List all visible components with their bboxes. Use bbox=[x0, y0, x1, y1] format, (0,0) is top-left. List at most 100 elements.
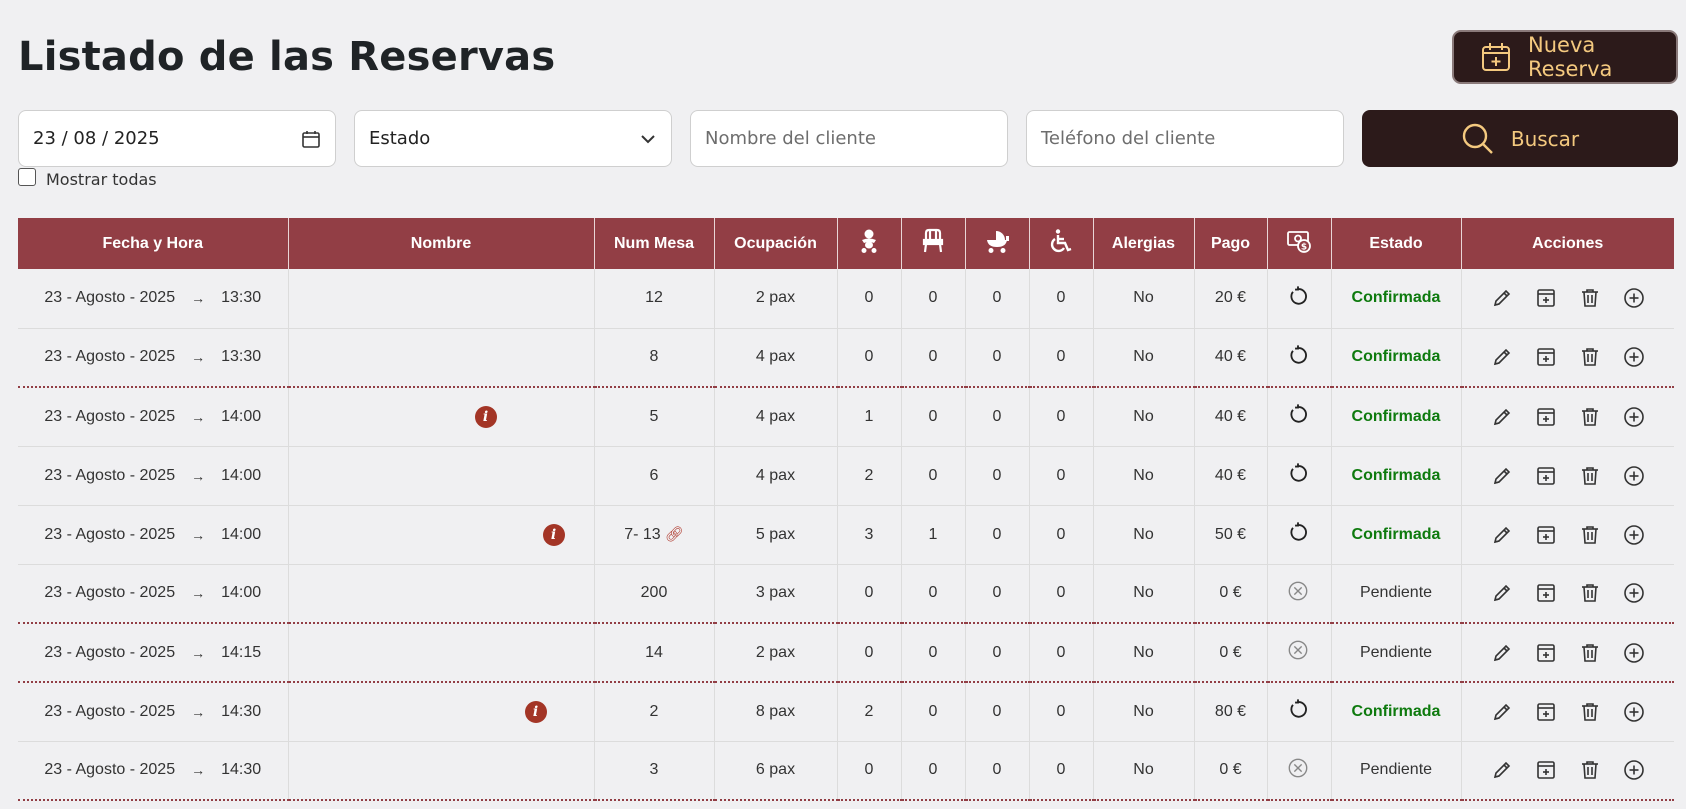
tronas-cell: 0 bbox=[901, 328, 966, 388]
estado-select[interactable]: Estado bbox=[354, 110, 672, 167]
nombre-cell bbox=[288, 623, 595, 683]
table-row: 23 - Agosto - 2025 → 13:30 12 2 pax 0 0 0 0 No 20 … bbox=[18, 269, 1674, 329]
refresh-icon[interactable] bbox=[1287, 698, 1311, 722]
estado-cell: Confirmada bbox=[1331, 446, 1462, 506]
ocupacion-cell: 8 pax bbox=[714, 682, 838, 742]
trash-icon[interactable] bbox=[1579, 642, 1601, 664]
add-circle-icon[interactable] bbox=[1623, 759, 1645, 781]
calendar-add-icon[interactable] bbox=[1535, 701, 1557, 723]
trash-icon[interactable] bbox=[1579, 406, 1601, 428]
show-all-toggle[interactable]: Mostrar todas bbox=[18, 167, 157, 189]
calendar-add-icon[interactable] bbox=[1535, 642, 1557, 664]
calendar-add-icon[interactable] bbox=[1535, 582, 1557, 604]
info-icon[interactable]: i bbox=[542, 523, 565, 546]
pago-cell: 80 € bbox=[1194, 682, 1268, 742]
show-all-checkbox[interactable] bbox=[18, 167, 36, 186]
add-circle-icon[interactable] bbox=[1623, 346, 1645, 368]
client-name-input[interactable]: Nombre del cliente bbox=[690, 110, 1008, 167]
edit-icon[interactable] bbox=[1491, 701, 1513, 723]
carritos-cell: 0 bbox=[965, 446, 1030, 506]
add-circle-icon[interactable] bbox=[1623, 701, 1645, 723]
fecha-hora-cell: 23 - Agosto - 2025 → 13:30 bbox=[18, 328, 289, 388]
status-text: Pendiente bbox=[1359, 643, 1433, 661]
info-icon[interactable]: i bbox=[524, 700, 547, 723]
add-circle-icon[interactable] bbox=[1623, 406, 1645, 428]
reservation-date: 23 - Agosto - 2025 bbox=[44, 289, 176, 307]
add-circle-icon[interactable] bbox=[1623, 465, 1645, 487]
reservation-time: 14:30 bbox=[221, 702, 262, 720]
date-input[interactable]: 23 / 08 / 2025 bbox=[18, 110, 336, 167]
edit-icon[interactable] bbox=[1491, 346, 1513, 368]
add-circle-icon[interactable] bbox=[1623, 287, 1645, 309]
add-circle-icon[interactable] bbox=[1623, 642, 1645, 664]
reservations-table: Fecha y Hora Nombre Num Mesa Ocupación A… bbox=[18, 218, 1674, 801]
calendar-add-icon[interactable] bbox=[1535, 406, 1557, 428]
calendar-add-icon[interactable] bbox=[1535, 465, 1557, 487]
close-circle-icon[interactable] bbox=[1287, 757, 1311, 781]
movilidad-cell: 0 bbox=[1029, 741, 1094, 801]
header-estado[interactable]: Estado bbox=[1331, 218, 1462, 269]
refresh-icon[interactable] bbox=[1287, 285, 1311, 309]
refresh-icon[interactable] bbox=[1287, 344, 1311, 368]
header-alergias[interactable]: Alergias bbox=[1093, 218, 1195, 269]
calendar-add-icon[interactable] bbox=[1535, 524, 1557, 546]
new-reservation-button[interactable]: Nueva Reserva bbox=[1452, 30, 1678, 84]
trash-icon[interactable] bbox=[1579, 465, 1601, 487]
payment-status-icon: $ bbox=[1286, 228, 1312, 254]
table-row: 23 - Agosto - 2025 → 14:00 200 3 pax 0 0 0 0 No 0 … bbox=[18, 564, 1674, 624]
carritos-cell: 0 bbox=[965, 564, 1030, 624]
acciones-cell bbox=[1461, 446, 1674, 506]
header-mesa[interactable]: Num Mesa bbox=[594, 218, 715, 269]
trash-icon[interactable] bbox=[1579, 759, 1601, 781]
status-text: Pendiente bbox=[1359, 761, 1433, 779]
header-ocupacion[interactable]: Ocupación bbox=[714, 218, 838, 269]
reservation-time: 14:00 bbox=[221, 525, 262, 543]
trash-icon[interactable] bbox=[1579, 346, 1601, 368]
reservation-date: 23 - Agosto - 2025 bbox=[44, 584, 176, 602]
header-pago[interactable]: Pago bbox=[1194, 218, 1268, 269]
nombre-cell: i bbox=[288, 505, 595, 565]
edit-icon[interactable] bbox=[1491, 465, 1513, 487]
ocupacion-cell: 5 pax bbox=[714, 505, 838, 565]
tronas-cell: 0 bbox=[901, 682, 966, 742]
refresh-icon[interactable] bbox=[1287, 403, 1311, 427]
nombre-cell bbox=[288, 328, 595, 388]
mesa-cell: 5 bbox=[594, 387, 715, 447]
calendar-add-icon[interactable] bbox=[1535, 287, 1557, 309]
arrow-right-icon: → bbox=[191, 585, 206, 602]
calendar-icon[interactable] bbox=[301, 129, 321, 149]
trash-icon[interactable] bbox=[1579, 582, 1601, 604]
trash-icon[interactable] bbox=[1579, 524, 1601, 546]
alergias-cell: No bbox=[1093, 446, 1195, 506]
close-circle-icon[interactable] bbox=[1287, 580, 1311, 604]
calendar-add-icon[interactable] bbox=[1535, 759, 1557, 781]
table-number: 5 bbox=[649, 407, 659, 425]
edit-icon[interactable] bbox=[1491, 642, 1513, 664]
trash-icon[interactable] bbox=[1579, 287, 1601, 309]
tronas-cell: 0 bbox=[901, 446, 966, 506]
edit-icon[interactable] bbox=[1491, 287, 1513, 309]
trash-icon[interactable] bbox=[1579, 701, 1601, 723]
reservation-date: 23 - Agosto - 2025 bbox=[44, 761, 176, 779]
close-circle-icon[interactable] bbox=[1287, 639, 1311, 663]
header-fecha[interactable]: Fecha y Hora bbox=[18, 218, 289, 269]
search-button[interactable]: Buscar bbox=[1362, 110, 1678, 167]
edit-icon[interactable] bbox=[1491, 759, 1513, 781]
acciones-cell bbox=[1461, 741, 1674, 801]
edit-icon[interactable] bbox=[1491, 406, 1513, 428]
add-circle-icon[interactable] bbox=[1623, 582, 1645, 604]
refresh-icon[interactable] bbox=[1287, 521, 1311, 545]
client-phone-input[interactable]: Teléfono del cliente bbox=[1026, 110, 1344, 167]
add-circle-icon[interactable] bbox=[1623, 524, 1645, 546]
alergias-cell: No bbox=[1093, 387, 1195, 447]
reservation-date: 23 - Agosto - 2025 bbox=[44, 407, 176, 425]
refresh-icon[interactable] bbox=[1287, 462, 1311, 486]
calendar-add-icon[interactable] bbox=[1535, 346, 1557, 368]
header-nombre[interactable]: Nombre bbox=[288, 218, 595, 269]
movilidad-cell: 0 bbox=[1029, 505, 1094, 565]
estado-cell: Pendiente bbox=[1331, 741, 1462, 801]
reservation-time: 14:00 bbox=[221, 584, 262, 602]
edit-icon[interactable] bbox=[1491, 582, 1513, 604]
edit-icon[interactable] bbox=[1491, 524, 1513, 546]
info-icon[interactable]: i bbox=[474, 405, 497, 428]
